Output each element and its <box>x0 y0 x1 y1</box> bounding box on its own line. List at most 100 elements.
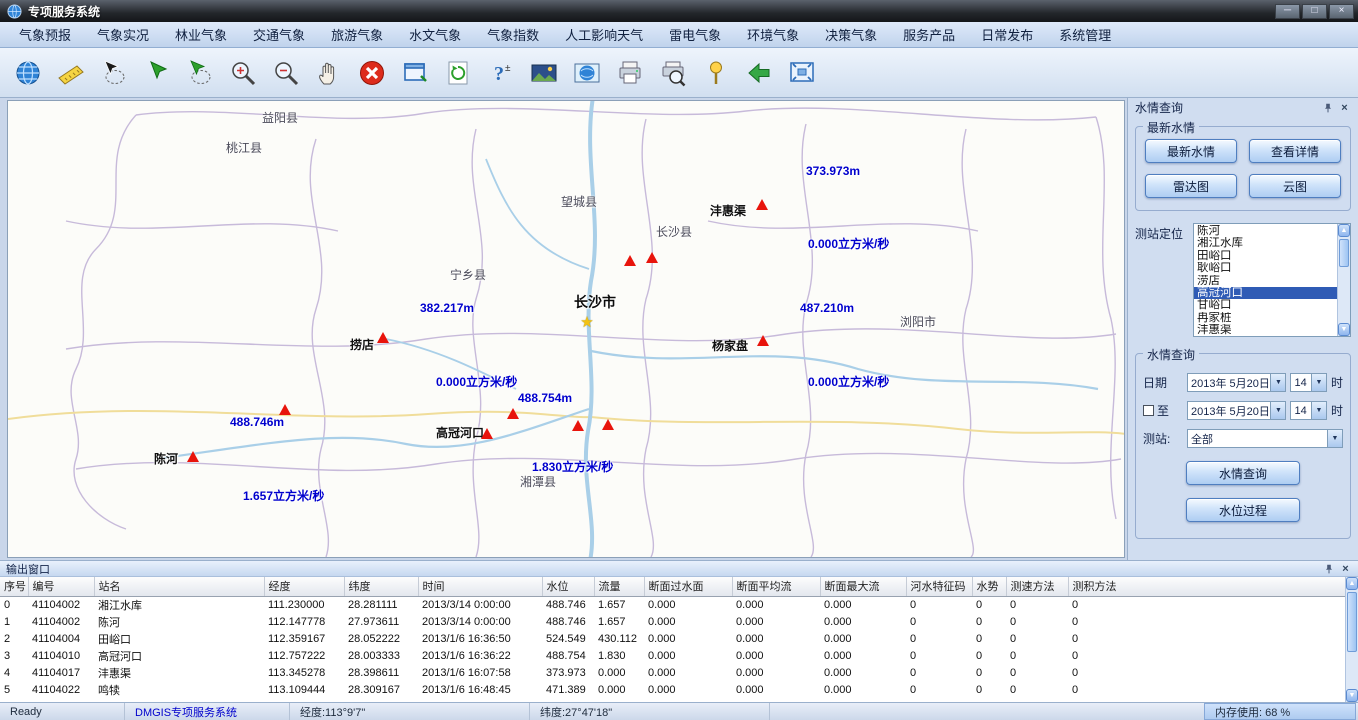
column-header[interactable]: 断面最大流 <box>820 577 906 596</box>
station-marker[interactable] <box>646 252 658 263</box>
pin-marker-icon[interactable] <box>698 54 734 92</box>
station-listbox[interactable]: 陈河湘江水库田峪口耿峪口涝店高冠河口甘峪口冉家桩沣惠渠 <box>1193 223 1351 337</box>
menu-item[interactable]: 人工影响天气 <box>552 22 656 47</box>
zoom-out-icon[interactable] <box>268 54 304 92</box>
window-extent-icon[interactable] <box>397 54 433 92</box>
station-marker[interactable] <box>507 408 519 419</box>
station-list-item[interactable]: 沣惠渠 <box>1194 324 1337 336</box>
menu-item[interactable]: 系统管理 <box>1046 22 1124 47</box>
water-level-process-button[interactable]: 水位过程 <box>1186 498 1300 522</box>
menu-item[interactable]: 雷电气象 <box>656 22 734 47</box>
view-details-button[interactable]: 查看详情 <box>1249 139 1341 163</box>
date-to-select[interactable]: 2013年 5月20日 <box>1187 401 1286 420</box>
scroll-thumb[interactable] <box>1339 239 1349 267</box>
pan-hand-icon[interactable] <box>311 54 347 92</box>
map-container[interactable]: 益阳县桃江县望城县长沙县宁乡县长沙市浏阳市湘潭县沣惠渠捞店杨家盘高冠河口陈河37… <box>7 100 1125 558</box>
menu-item[interactable]: 气象实况 <box>84 22 162 47</box>
deselect-lasso-icon[interactable] <box>182 54 218 92</box>
station-list-item[interactable]: 冉家桩 <box>1194 312 1337 324</box>
station-marker[interactable] <box>572 420 584 431</box>
station-list-item[interactable]: 耿峪口 <box>1194 262 1337 274</box>
station-list-item[interactable]: 涝店 <box>1194 275 1337 287</box>
measure-icon[interactable] <box>53 54 89 92</box>
column-header[interactable]: 河水特征码 <box>906 577 972 596</box>
minimize-button[interactable]: ─ <box>1275 4 1300 19</box>
menu-item[interactable]: 交通气象 <box>240 22 318 47</box>
select-lasso-icon[interactable] <box>96 54 132 92</box>
close-icon[interactable] <box>1339 562 1352 575</box>
print-preview-icon[interactable] <box>655 54 691 92</box>
column-header[interactable]: 流量 <box>594 577 644 596</box>
menu-item[interactable]: 日常发布 <box>968 22 1046 47</box>
menu-item[interactable]: 环境气象 <box>734 22 812 47</box>
menu-item[interactable]: 水文气象 <box>396 22 474 47</box>
station-list-item[interactable]: 田峪口 <box>1194 250 1337 262</box>
close-button[interactable]: × <box>1329 4 1354 19</box>
station-marker[interactable] <box>377 332 389 343</box>
station-marker[interactable] <box>602 419 614 430</box>
date-from-select[interactable]: 2013年 5月20日 <box>1187 373 1286 392</box>
station-list-item[interactable]: 陈河 <box>1194 225 1337 237</box>
table-row[interactable]: 041104002湘江水库111.23000028.2811112013/3/1… <box>0 596 1345 613</box>
close-icon[interactable] <box>1338 101 1351 114</box>
pin-icon[interactable] <box>1321 101 1334 114</box>
column-header[interactable]: 序号 <box>0 577 28 596</box>
column-header[interactable]: 经度 <box>264 577 344 596</box>
station-marker[interactable] <box>279 404 291 415</box>
column-header[interactable]: 测速方法 <box>1006 577 1068 596</box>
column-header[interactable]: 断面平均流 <box>732 577 820 596</box>
station-marker[interactable] <box>481 428 493 439</box>
chevron-down-icon[interactable] <box>1270 374 1285 391</box>
world-layer-icon[interactable] <box>569 54 605 92</box>
table-row[interactable]: 341104010高冠河口112.75722228.0033332013/1/6… <box>0 647 1345 664</box>
cloud-image-button[interactable]: 云图 <box>1249 174 1341 198</box>
scroll-up-icon[interactable] <box>1338 224 1350 237</box>
menu-item[interactable]: 决策气象 <box>812 22 890 47</box>
full-extent-icon[interactable] <box>784 54 820 92</box>
table-row[interactable]: 141104002陈河112.14777827.9736112013/3/14 … <box>0 613 1345 630</box>
stop-icon[interactable] <box>354 54 390 92</box>
back-arrow-icon[interactable] <box>741 54 777 92</box>
maximize-button[interactable]: □ <box>1302 4 1327 19</box>
column-header[interactable]: 断面过水面 <box>644 577 732 596</box>
menu-item[interactable]: 林业气象 <box>162 22 240 47</box>
table-row[interactable]: 541104022鸣犊113.10944428.3091672013/1/6 1… <box>0 681 1345 698</box>
station-list-item[interactable]: 湘江水库 <box>1194 237 1337 249</box>
table-row[interactable]: 441104017沣惠渠113.34527828.3986112013/1/6 … <box>0 664 1345 681</box>
station-marker[interactable] <box>756 199 768 210</box>
column-header[interactable]: 测积方法 <box>1068 577 1345 596</box>
scroll-up-icon[interactable] <box>1346 577 1358 590</box>
refresh-icon[interactable] <box>440 54 476 92</box>
column-header[interactable]: 编号 <box>28 577 94 596</box>
chevron-down-icon[interactable] <box>1327 430 1342 447</box>
scroll-thumb[interactable] <box>1347 592 1357 652</box>
column-header[interactable]: 站名 <box>94 577 264 596</box>
chevron-down-icon[interactable] <box>1270 402 1285 419</box>
station-list-scrollbar[interactable] <box>1337 224 1350 336</box>
table-row[interactable]: 241104004田峪口112.35916728.0522222013/1/6 … <box>0 630 1345 647</box>
chevron-down-icon[interactable] <box>1311 374 1326 391</box>
pick-arrow-icon[interactable] <box>139 54 175 92</box>
station-select[interactable]: 全部 <box>1187 429 1343 448</box>
station-marker[interactable] <box>624 255 636 266</box>
column-header[interactable]: 纬度 <box>344 577 418 596</box>
zoom-in-icon[interactable] <box>225 54 261 92</box>
station-marker[interactable] <box>757 335 769 346</box>
column-header[interactable]: 时间 <box>418 577 542 596</box>
to-checkbox[interactable] <box>1143 405 1154 416</box>
station-marker[interactable] <box>187 451 199 462</box>
pin-icon[interactable] <box>1322 562 1335 575</box>
column-header[interactable]: 水势 <box>972 577 1006 596</box>
column-header[interactable]: 水位 <box>542 577 594 596</box>
hour-from-select[interactable]: 14 <box>1290 373 1327 392</box>
station-list-item[interactable]: 甘峪口 <box>1194 299 1337 311</box>
chevron-down-icon[interactable] <box>1311 402 1326 419</box>
hour-to-select[interactable]: 14 <box>1290 401 1327 420</box>
radar-chart-button[interactable]: 雷达图 <box>1145 174 1237 198</box>
output-scrollbar[interactable] <box>1345 577 1358 702</box>
help-icon[interactable]: ?± <box>483 54 519 92</box>
latest-water-button[interactable]: 最新水情 <box>1145 139 1237 163</box>
menu-item[interactable]: 服务产品 <box>890 22 968 47</box>
print-icon[interactable] <box>612 54 648 92</box>
scroll-down-icon[interactable] <box>1338 323 1350 336</box>
